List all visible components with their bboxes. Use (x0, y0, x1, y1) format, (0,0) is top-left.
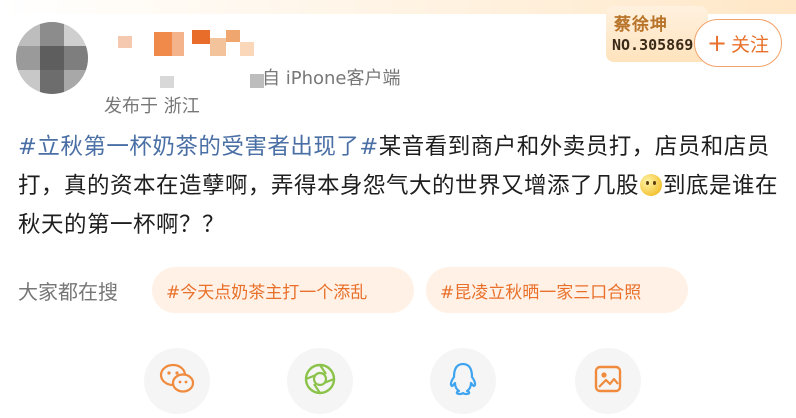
trending-tag[interactable]: #昆凌立秋晒一家三口合照 (426, 267, 688, 313)
post-hashtag-link[interactable]: #立秋第一杯奶茶的受害者出现了# (18, 134, 379, 160)
username-mosaic[interactable] (104, 28, 274, 88)
moments-icon (302, 361, 338, 401)
badge-number: NO.305869 (612, 36, 694, 54)
share-wechat-button[interactable] (144, 348, 210, 414)
share-qq-button[interactable] (430, 348, 496, 414)
avatar[interactable] (16, 22, 88, 94)
smile-emoji-icon (640, 174, 663, 196)
trending-tag[interactable]: #今天点奶茶主打一个添乱 (152, 267, 414, 313)
post-source: 自 iPhone客户端 (262, 68, 401, 89)
trending-search-label: 大家都在搜 (18, 280, 118, 304)
wechat-icon (158, 362, 196, 400)
fan-badge: 蔡徐坤 NO.305869 (606, 6, 708, 62)
post-location: 发布于 浙江 (104, 96, 200, 117)
badge-name: 蔡徐坤 (614, 15, 668, 35)
share-moments-button[interactable] (287, 348, 353, 414)
qq-icon (447, 361, 479, 401)
save-image-button[interactable] (575, 348, 641, 414)
plus-icon: + (706, 29, 728, 57)
save-image-icon (591, 362, 625, 400)
follow-button[interactable]: + 关注 (694, 19, 782, 67)
follow-label: 关注 (731, 33, 770, 56)
post-text: #立秋第一杯奶茶的受害者出现了#某音看到商户和外卖员打，店员和店员打，真的资本在… (18, 128, 788, 245)
